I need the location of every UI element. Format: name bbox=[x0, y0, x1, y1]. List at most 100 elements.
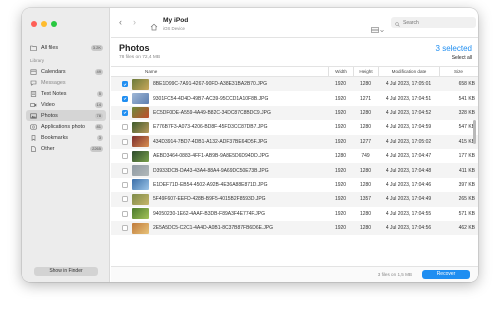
close-window-button[interactable] bbox=[31, 21, 37, 27]
sidebar-item-count: 2265 bbox=[90, 145, 103, 152]
cell-height: 1280 bbox=[359, 167, 372, 174]
window-controls bbox=[31, 21, 57, 27]
column-name[interactable]: Name bbox=[145, 69, 157, 74]
sidebar-item-messages[interactable]: Messages bbox=[26, 77, 106, 88]
minimize-window-button[interactable] bbox=[41, 21, 47, 27]
cell-size: 462 KB bbox=[458, 225, 475, 232]
sidebar-item-count: 81 bbox=[94, 123, 103, 130]
table-row[interactable]: 9301FC54-4D4D-49B7-AC39-95CCD1A10F8B.JPG… bbox=[111, 91, 478, 105]
photos-icon bbox=[29, 113, 37, 119]
main-panel: ‹ › My iPod iOS Device Search Photos 78 … bbox=[111, 8, 478, 282]
cell-height: 1280 bbox=[359, 181, 372, 188]
cell-height: 1277 bbox=[359, 138, 372, 145]
cell-modification-date: 4 Jul 2023, 17:04:46 bbox=[385, 181, 432, 188]
sidebar-item-count: 49 bbox=[94, 68, 103, 75]
table-row[interactable]: 5F49F607-EEFD-428B-B9F5-4015B2F8593D.JPG… bbox=[111, 192, 478, 207]
page-subtitle: 78 files on 72,4 MB bbox=[119, 55, 161, 60]
sidebar-item-label: Applications photo bbox=[41, 123, 86, 130]
search-input[interactable] bbox=[403, 19, 473, 26]
sidebar-item-text-notes[interactable]: Text Notes 5 bbox=[26, 88, 106, 99]
back-arrow-icon[interactable]: ‹ bbox=[119, 18, 122, 27]
view-options-button[interactable] bbox=[371, 20, 384, 38]
row-checkbox[interactable] bbox=[122, 81, 128, 88]
cell-width: 1920 bbox=[334, 109, 347, 116]
cell-size: 265 KB bbox=[458, 196, 475, 203]
photo-thumbnail bbox=[132, 136, 149, 148]
zoom-window-button[interactable] bbox=[51, 21, 57, 27]
search-field[interactable] bbox=[391, 17, 476, 28]
cell-height: 1280 bbox=[359, 210, 372, 217]
cell-width: 1920 bbox=[334, 181, 347, 188]
cell-height: 1280 bbox=[359, 124, 372, 131]
sidebar-item-all-files[interactable]: All files 3.2K bbox=[26, 42, 106, 53]
row-checkbox[interactable] bbox=[122, 181, 128, 188]
cell-size: 328 KB bbox=[458, 109, 475, 116]
row-checkbox[interactable] bbox=[122, 109, 128, 116]
device-name: My iPod bbox=[163, 17, 189, 24]
table-row[interactable]: AEBD3464-0883-4FF1-AB9B-9A8E5D6D94DD.JPG… bbox=[111, 149, 478, 163]
selection-summary: 3 files on 1,5 MB bbox=[377, 272, 412, 277]
sidebar-item-label: Calendars bbox=[41, 68, 66, 75]
table-row[interactable]: 8BE1D99C-7A91-4267-90FD-A38E31BA2B70.JPG… bbox=[111, 77, 478, 92]
sidebar-item-count: 78 bbox=[94, 112, 103, 119]
cell-height: 1280 bbox=[359, 81, 372, 88]
sidebar-item-label: Bookmarks bbox=[41, 134, 68, 141]
table-row[interactable]: 2E5A5DC5-C2C1-4A4D-A0B1-8C37B87FB6D6E.JP… bbox=[111, 220, 478, 236]
chevron-down-icon bbox=[380, 20, 384, 38]
table-row[interactable]: 94050230-1E62-4AAF-B3DB-F89A3F4E774F.JPG… bbox=[111, 207, 478, 221]
sidebar-item-other[interactable]: Other 2265 bbox=[26, 143, 106, 154]
sidebar: All files 3.2K Library Calendars 49 Mess… bbox=[22, 8, 110, 282]
row-checkbox[interactable] bbox=[122, 138, 128, 145]
sidebar-item-applications-photo[interactable]: Applications photo 81 bbox=[26, 121, 106, 132]
checkmark-icon bbox=[123, 111, 127, 115]
messages-icon bbox=[29, 80, 37, 86]
cell-size: 177 KB bbox=[458, 153, 475, 160]
sidebar-item-calendars[interactable]: Calendars 49 bbox=[26, 66, 106, 77]
table-row[interactable]: E776B7F3-A073-4206-BD8F-45FD3CC87DB7.JPG… bbox=[111, 120, 478, 134]
file-name: 94050230-1E62-4AAF-B3DB-F89A3F4E774F.JPG bbox=[153, 210, 266, 217]
table-row[interactable]: 434D3914-7BD7-4DB1-A132-ADF37BE64D5F.JPG… bbox=[111, 134, 478, 149]
select-all-link[interactable]: Select all bbox=[452, 55, 472, 61]
column-size[interactable]: Size bbox=[439, 67, 477, 76]
recover-button[interactable]: Recover bbox=[422, 270, 470, 279]
column-height[interactable]: Height bbox=[353, 67, 378, 76]
cell-modification-date: 4 Jul 2023, 17:04:55 bbox=[385, 210, 432, 217]
row-checkbox[interactable] bbox=[122, 153, 128, 160]
cell-width: 1920 bbox=[334, 95, 347, 102]
photo-thumbnail bbox=[132, 107, 149, 119]
cell-width: 1920 bbox=[334, 210, 347, 217]
sidebar-item-photos[interactable]: Photos 78 bbox=[26, 110, 106, 121]
row-checkbox[interactable] bbox=[122, 167, 128, 174]
checkmark-icon bbox=[123, 83, 127, 86]
sidebar-item-label: All files bbox=[41, 44, 59, 51]
home-icon[interactable] bbox=[150, 18, 158, 36]
table-row[interactable]: E1DEF71D-EB54-4502-A92B-4E36A88E871D.JPG… bbox=[111, 178, 478, 192]
photo-thumbnail bbox=[132, 78, 149, 90]
forward-arrow-icon[interactable]: › bbox=[133, 18, 136, 27]
row-checkbox[interactable] bbox=[122, 225, 128, 232]
row-checkbox[interactable] bbox=[122, 210, 128, 217]
row-checkbox[interactable] bbox=[122, 196, 128, 203]
file-name: D3933DCB-DA43-43A4-88A4-9A69DC50E73B.JPG bbox=[153, 167, 269, 174]
folder-icon bbox=[29, 45, 37, 51]
list-view-icon bbox=[371, 20, 379, 38]
table-row[interactable]: D3933DCB-DA43-43A4-88A4-9A69DC50E73B.JPG… bbox=[111, 163, 478, 178]
cell-modification-date: 4 Jul 2023, 17:05:02 bbox=[385, 138, 432, 145]
cell-width: 1920 bbox=[334, 196, 347, 203]
sidebar-item-video[interactable]: Video 14 bbox=[26, 99, 106, 110]
sidebar-item-count: 3.2K bbox=[90, 44, 103, 51]
video-icon bbox=[29, 102, 37, 108]
cell-height: 1280 bbox=[359, 109, 372, 116]
table-row[interactable]: EC5DF0DE-A559-4A49-B82C-34DC87C8BDC9.JPG… bbox=[111, 105, 478, 121]
scrollbar[interactable] bbox=[473, 120, 476, 144]
show-in-finder-button[interactable]: Show in Finder bbox=[34, 267, 98, 276]
sidebar-item-label: Video bbox=[41, 101, 55, 108]
row-checkbox[interactable] bbox=[122, 95, 128, 102]
cell-height: 1271 bbox=[359, 95, 372, 102]
sidebar-item-bookmarks[interactable]: Bookmarks 3 bbox=[26, 132, 106, 143]
cell-modification-date: 4 Jul 2023, 17:04:51 bbox=[385, 95, 432, 102]
column-modification-date[interactable]: Modification date bbox=[378, 67, 439, 76]
column-width[interactable]: Width bbox=[328, 67, 353, 76]
row-checkbox[interactable] bbox=[122, 124, 128, 131]
sidebar-item-count: 14 bbox=[94, 101, 103, 108]
